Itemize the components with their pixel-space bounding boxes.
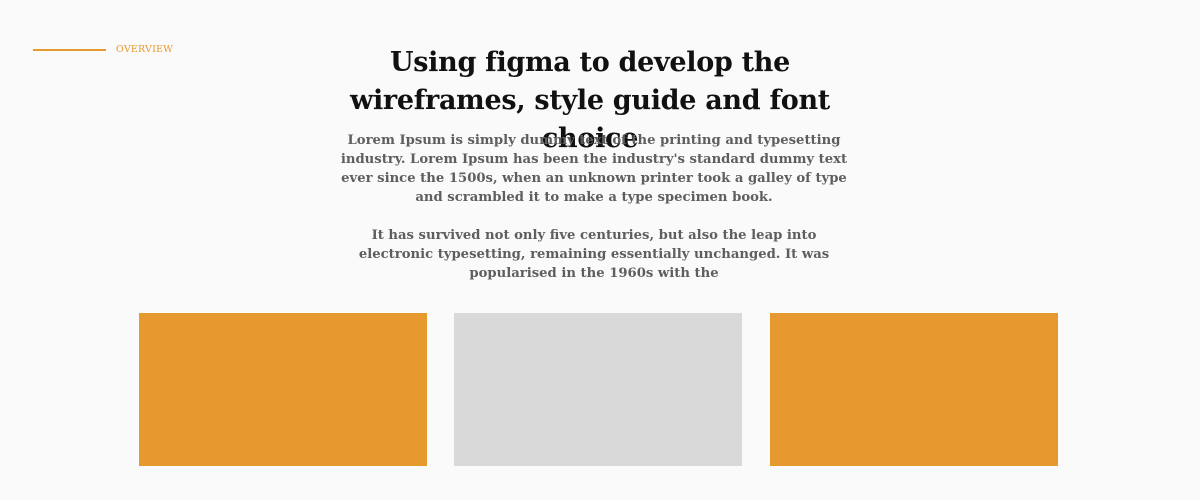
section-label-text: OVERVIEW (116, 44, 174, 55)
image-placeholder-orange-left (139, 313, 427, 466)
image-placeholder-orange-right (770, 313, 1058, 466)
image-placeholder-gray (454, 313, 742, 466)
intro-paragraph: Lorem Ipsum is simply dummy text of the … (340, 133, 848, 205)
section-label: OVERVIEW (33, 44, 173, 55)
accent-rule (33, 48, 106, 51)
intro-text: Lorem Ipsum is simply dummy text of the … (330, 131, 858, 283)
intro-paragraph: It has survived not only five centuries,… (358, 228, 830, 281)
